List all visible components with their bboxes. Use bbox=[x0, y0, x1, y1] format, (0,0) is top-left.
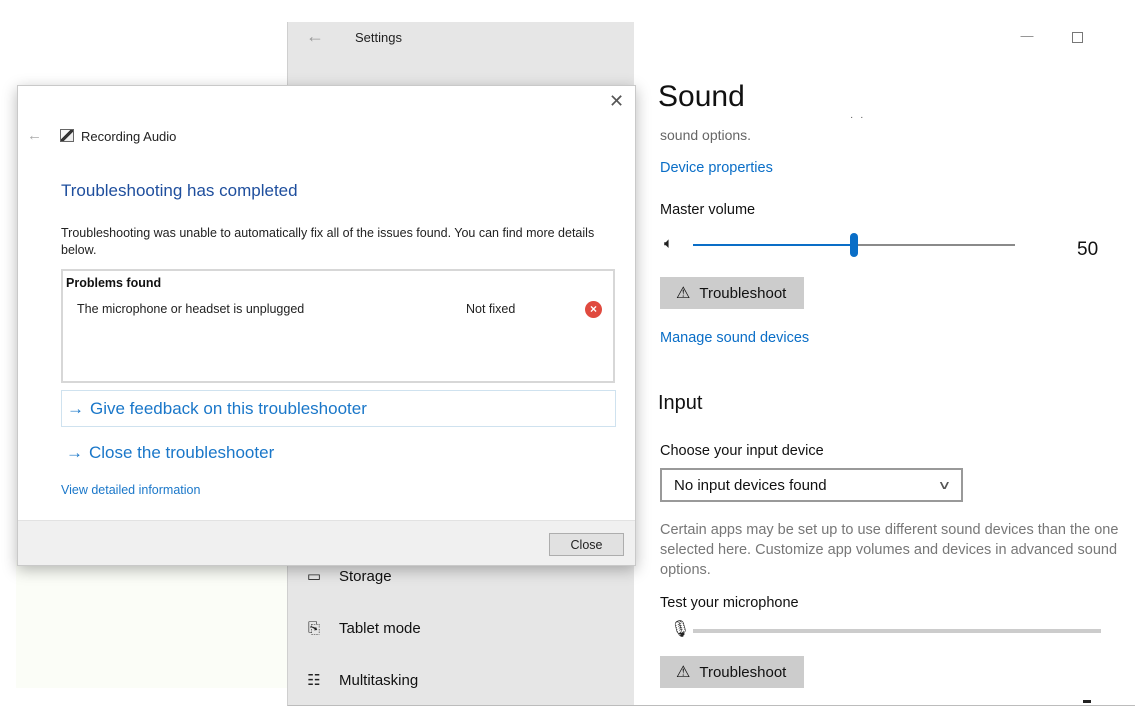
master-volume-label: Master volume bbox=[660, 202, 756, 218]
view-detailed-information-link[interactable]: View detailed information bbox=[61, 483, 200, 497]
problem-status: Not fixed bbox=[466, 302, 516, 316]
give-feedback-label: Give feedback on this troubleshooter bbox=[90, 398, 367, 418]
master-volume-slider[interactable] bbox=[693, 233, 1015, 257]
dialog-back-icon[interactable]: ← bbox=[27, 127, 42, 144]
dialog-heading: Troubleshooting has completed bbox=[61, 181, 298, 200]
problems-header: Problems found bbox=[66, 276, 162, 290]
close-troubleshooter-link[interactable]: → Close the troubleshooter bbox=[61, 434, 616, 471]
dialog-footer: Close bbox=[18, 520, 635, 565]
device-properties-link[interactable]: Device properties bbox=[660, 160, 773, 176]
cursor-fragment bbox=[1083, 700, 1091, 703]
output-troubleshoot-button[interactable]: ⚠ Troubleshoot bbox=[660, 277, 804, 309]
nav-item-label: Tablet mode bbox=[339, 619, 421, 637]
error-icon: × bbox=[585, 301, 602, 318]
input-device-dropdown[interactable]: No input devices found ∨ bbox=[660, 468, 963, 502]
speaker-icon: 🔈︎ bbox=[664, 235, 674, 252]
input-description: Certain apps may be set up to use differ… bbox=[660, 522, 1119, 578]
stray-dots: · · bbox=[850, 112, 866, 123]
nav-item-label: Multitasking bbox=[339, 671, 419, 689]
nav-item-tablet-mode[interactable]: ⎘ Tablet mode bbox=[288, 606, 635, 650]
settings-titlebar: ← Settings bbox=[288, 22, 635, 54]
give-feedback-link[interactable]: → Give feedback on this troubleshooter bbox=[61, 390, 616, 427]
choose-input-label: Choose your input device bbox=[660, 443, 824, 459]
dialog-app-title: Recording Audio bbox=[81, 129, 177, 144]
warning-icon: ⚠ bbox=[676, 664, 691, 681]
troubleshoot-label: Troubleshoot bbox=[699, 284, 787, 302]
close-button[interactable]: Close bbox=[549, 533, 624, 556]
nav-item-label: Storage bbox=[339, 567, 392, 585]
nav-item-multitasking[interactable]: ☷ Multitasking bbox=[288, 658, 635, 702]
slider-thumb[interactable] bbox=[850, 233, 858, 257]
minimize-button[interactable]: — bbox=[1012, 28, 1042, 48]
manage-sound-devices-link[interactable]: Manage sound devices bbox=[660, 330, 809, 346]
dialog-message: Troubleshooting was unable to automatica… bbox=[61, 226, 595, 257]
problems-list: Problems found The microphone or headset… bbox=[61, 269, 615, 383]
input-device-selected: No input devices found bbox=[674, 476, 827, 494]
close-troubleshooter-label: Close the troubleshooter bbox=[89, 442, 275, 462]
storage-icon: ▭ bbox=[306, 568, 322, 585]
desktop-background bbox=[16, 560, 288, 688]
test-microphone-label: Test your microphone bbox=[660, 595, 799, 611]
microphone-level-bar bbox=[693, 629, 1101, 633]
page-title: Sound bbox=[658, 80, 745, 113]
problem-row[interactable]: The microphone or headset is unplugged N… bbox=[63, 299, 613, 321]
slider-fill bbox=[693, 244, 854, 246]
troubleshoot-label: Troubleshoot bbox=[699, 663, 787, 681]
input-section-title: Input bbox=[658, 392, 703, 414]
settings-title: Settings bbox=[355, 30, 402, 45]
maximize-icon bbox=[1071, 32, 1083, 43]
arrow-right-icon: → bbox=[66, 442, 83, 462]
tablet-mode-icon: ⎘ bbox=[307, 619, 320, 637]
microphone-icon: 🎙︎ bbox=[670, 621, 691, 638]
back-arrow-icon[interactable]: ← bbox=[306, 26, 324, 47]
output-description: sound options. bbox=[660, 127, 752, 143]
troubleshooter-dialog: ✕ ← Recording Audio Troubleshooting has … bbox=[17, 85, 636, 566]
input-troubleshoot-button[interactable]: ⚠ Troubleshoot bbox=[660, 656, 804, 688]
recording-audio-icon bbox=[60, 129, 74, 142]
warning-icon: ⚠ bbox=[676, 285, 691, 302]
maximize-button[interactable] bbox=[1062, 28, 1092, 48]
multitasking-icon: ☷ bbox=[307, 672, 321, 689]
problem-description: The microphone or headset is unplugged bbox=[77, 302, 305, 316]
dialog-close-icon[interactable]: ✕ bbox=[609, 91, 624, 112]
arrow-right-icon: → bbox=[67, 398, 84, 418]
chevron-down-icon: ∨ bbox=[937, 478, 952, 492]
master-volume-value: 50 bbox=[1077, 239, 1099, 260]
